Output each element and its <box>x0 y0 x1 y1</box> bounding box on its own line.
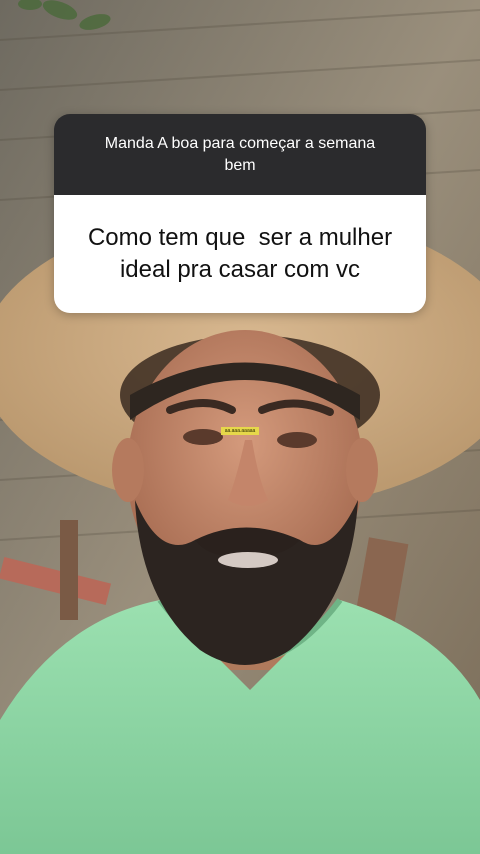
question-sticker-text: Como tem que ser a mulher ideal pra casa… <box>54 195 426 313</box>
overlay-label: aa.aaa.aaaaa <box>221 427 259 435</box>
question-sticker-prompt: Manda A boa para começar a semana bem <box>54 114 426 195</box>
question-sticker[interactable]: Manda A boa para começar a semana bem Co… <box>54 114 426 313</box>
